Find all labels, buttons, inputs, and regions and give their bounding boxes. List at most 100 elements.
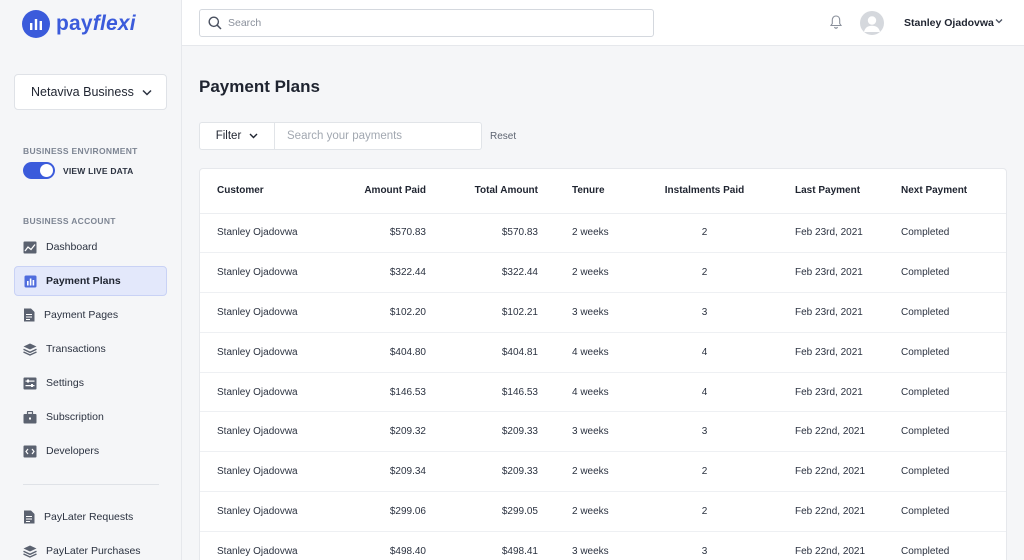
- cell-total-amount: $299.05: [426, 491, 538, 532]
- cell-instalments-paid: 2: [650, 451, 759, 493]
- global-search[interactable]: [199, 9, 654, 37]
- cell-next-payment: Completed: [880, 411, 1006, 453]
- sidebar-item-label: Settings: [46, 377, 84, 389]
- payflexi-logo-icon: [22, 10, 50, 38]
- cell-total-amount: $102.21: [426, 292, 538, 333]
- user-menu-name[interactable]: Stanley Ojadovwa: [904, 17, 994, 29]
- cell-customer: Stanley Ojadovwa: [200, 252, 345, 294]
- sidebar-item-paylater-requests[interactable]: PayLater Requests: [14, 502, 167, 532]
- cell-total-amount: $404.81: [426, 332, 538, 373]
- payments-search-input[interactable]: [274, 122, 482, 150]
- cell-next-payment: Completed: [880, 252, 1006, 294]
- cell-tenure: 3 weeks: [538, 292, 650, 333]
- sliders-icon: [23, 377, 37, 389]
- cell-next-payment: Completed: [880, 531, 1006, 560]
- sidebar-item-transactions[interactable]: Transactions: [14, 334, 167, 364]
- cell-tenure: 2 weeks: [538, 491, 650, 532]
- cell-total-amount: $209.33: [426, 451, 538, 493]
- sidebar-item-dashboard[interactable]: Dashboard: [14, 232, 167, 262]
- sidebar-item-payment-plans[interactable]: Payment Plans: [14, 266, 167, 296]
- payflexi-logo[interactable]: payflexi: [22, 10, 136, 38]
- live-data-toggle-label: VIEW LIVE DATA: [63, 165, 134, 176]
- live-data-toggle-row: VIEW LIVE DATA: [23, 162, 134, 179]
- payflexi-wordmark: payflexi: [56, 12, 136, 36]
- sidebar-item-developers[interactable]: Developers: [14, 436, 167, 466]
- column-header-last-payment: Last Payment: [759, 169, 880, 214]
- cell-last-payment: Feb 22nd, 2021: [759, 531, 880, 560]
- cell-customer: Stanley Ojadovwa: [200, 451, 345, 493]
- table-row[interactable]: Stanley Ojadovwa $404.80 $404.81 4 weeks 4 Fe…: [200, 332, 1006, 373]
- business-selector[interactable]: Netaviva Business: [14, 74, 167, 110]
- cell-instalments-paid: 3: [650, 411, 759, 453]
- cell-tenure: 3 weeks: [538, 411, 650, 453]
- global-search-input[interactable]: [228, 17, 628, 29]
- cell-total-amount: $146.53: [426, 372, 538, 413]
- brand-name-suffix: flexi: [92, 12, 136, 35]
- cell-last-payment: Feb 22nd, 2021: [759, 491, 880, 532]
- cell-total-amount: $498.41: [426, 531, 538, 560]
- sidebar-item-label: Payment Pages: [44, 309, 119, 321]
- cell-amount-paid: $299.06: [345, 491, 426, 532]
- avatar[interactable]: [860, 11, 884, 35]
- table-row[interactable]: Stanley Ojadovwa $299.06 $299.05 2 weeks 2 Fe…: [200, 491, 1006, 532]
- chart-image-icon: [23, 241, 37, 253]
- sidebar-nav: Dashboard Payment Plans Payment Pages Tr…: [14, 232, 167, 470]
- sidebar-item-label: PayLater Requests: [44, 511, 134, 523]
- cell-instalments-paid: 4: [650, 372, 759, 413]
- cell-last-payment: Feb 22nd, 2021: [759, 451, 880, 493]
- cell-amount-paid: $102.20: [345, 292, 426, 333]
- cell-last-payment: Feb 23rd, 2021: [759, 372, 880, 413]
- table-row[interactable]: Stanley Ojadovwa $209.32 $209.33 3 weeks 3 Fe…: [200, 411, 1006, 453]
- sidebar-item-paylater-purchases[interactable]: PayLater Purchases: [14, 536, 167, 560]
- cell-instalments-paid: 2: [650, 491, 759, 532]
- cell-next-payment: Completed: [880, 213, 1006, 254]
- table-row[interactable]: Stanley Ojadovwa $498.40 $498.41 3 weeks 3 Fe…: [200, 531, 1006, 560]
- business-environment-label: BUSINESS ENVIRONMENT: [23, 146, 138, 156]
- cell-tenure: 4 weeks: [538, 372, 650, 413]
- table-row[interactable]: Stanley Ojadovwa $570.83 $570.83 2 weeks 2 Fe…: [200, 213, 1006, 254]
- cell-last-payment: Feb 22nd, 2021: [759, 411, 880, 453]
- search-icon: [208, 16, 222, 30]
- cell-amount-paid: $209.34: [345, 451, 426, 493]
- cell-amount-paid: $498.40: [345, 531, 426, 560]
- document-icon: [24, 308, 35, 322]
- brand-name-prefix: pay: [56, 12, 93, 35]
- table-row[interactable]: Stanley Ojadovwa $209.34 $209.33 2 weeks 2 Fe…: [200, 451, 1006, 493]
- cell-amount-paid: $209.32: [345, 411, 426, 453]
- cell-tenure: 2 weeks: [538, 252, 650, 294]
- cell-instalments-paid: 3: [650, 531, 759, 560]
- cell-total-amount: $209.33: [426, 411, 538, 453]
- cell-total-amount: $322.44: [426, 252, 538, 294]
- chevron-down-icon: [249, 133, 258, 139]
- business-selector-value: Netaviva Business: [31, 85, 134, 99]
- cell-instalments-paid: 2: [650, 252, 759, 294]
- page-title: Payment Plans: [199, 77, 320, 96]
- code-icon: [23, 445, 37, 457]
- sidebar-item-label: Dashboard: [46, 241, 98, 253]
- sidebar-item-payment-pages[interactable]: Payment Pages: [14, 300, 167, 330]
- sidebar-item-subscription[interactable]: Subscription: [14, 402, 167, 432]
- cell-customer: Stanley Ojadovwa: [200, 292, 345, 333]
- cell-instalments-paid: 3: [650, 292, 759, 333]
- chevron-down-icon[interactable]: [995, 18, 1003, 24]
- sidebar-item-settings[interactable]: Settings: [14, 368, 167, 398]
- cell-customer: Stanley Ojadovwa: [200, 531, 345, 560]
- business-account-label: BUSINESS ACCOUNT: [23, 216, 116, 226]
- sidebar-item-label: PayLater Purchases: [46, 545, 141, 557]
- sidebar-item-label: Subscription: [46, 411, 104, 423]
- table-row[interactable]: Stanley Ojadovwa $146.53 $146.53 4 weeks 4 Fe…: [200, 372, 1006, 413]
- layers-icon: [23, 343, 37, 356]
- column-header-next-payment: Next Payment: [880, 169, 1006, 214]
- bell-icon[interactable]: [830, 15, 842, 29]
- reset-button[interactable]: Reset: [490, 131, 516, 142]
- filter-button[interactable]: Filter: [199, 122, 274, 150]
- live-data-toggle[interactable]: [23, 162, 55, 179]
- table-row[interactable]: Stanley Ojadovwa $322.44 $322.44 2 weeks 2 Fe…: [200, 252, 1006, 294]
- filter-bar: Filter Reset: [199, 122, 516, 150]
- topbar: Stanley Ojadovwa: [182, 0, 1024, 46]
- table-row[interactable]: Stanley Ojadovwa $102.20 $102.21 3 weeks 3 Fe…: [200, 292, 1006, 333]
- user-avatar-icon: [864, 16, 880, 32]
- briefcase-icon: [23, 410, 37, 423]
- cell-amount-paid: $404.80: [345, 332, 426, 373]
- sidebar: payflexi Netaviva Business BUSINESS ENVI…: [0, 0, 182, 560]
